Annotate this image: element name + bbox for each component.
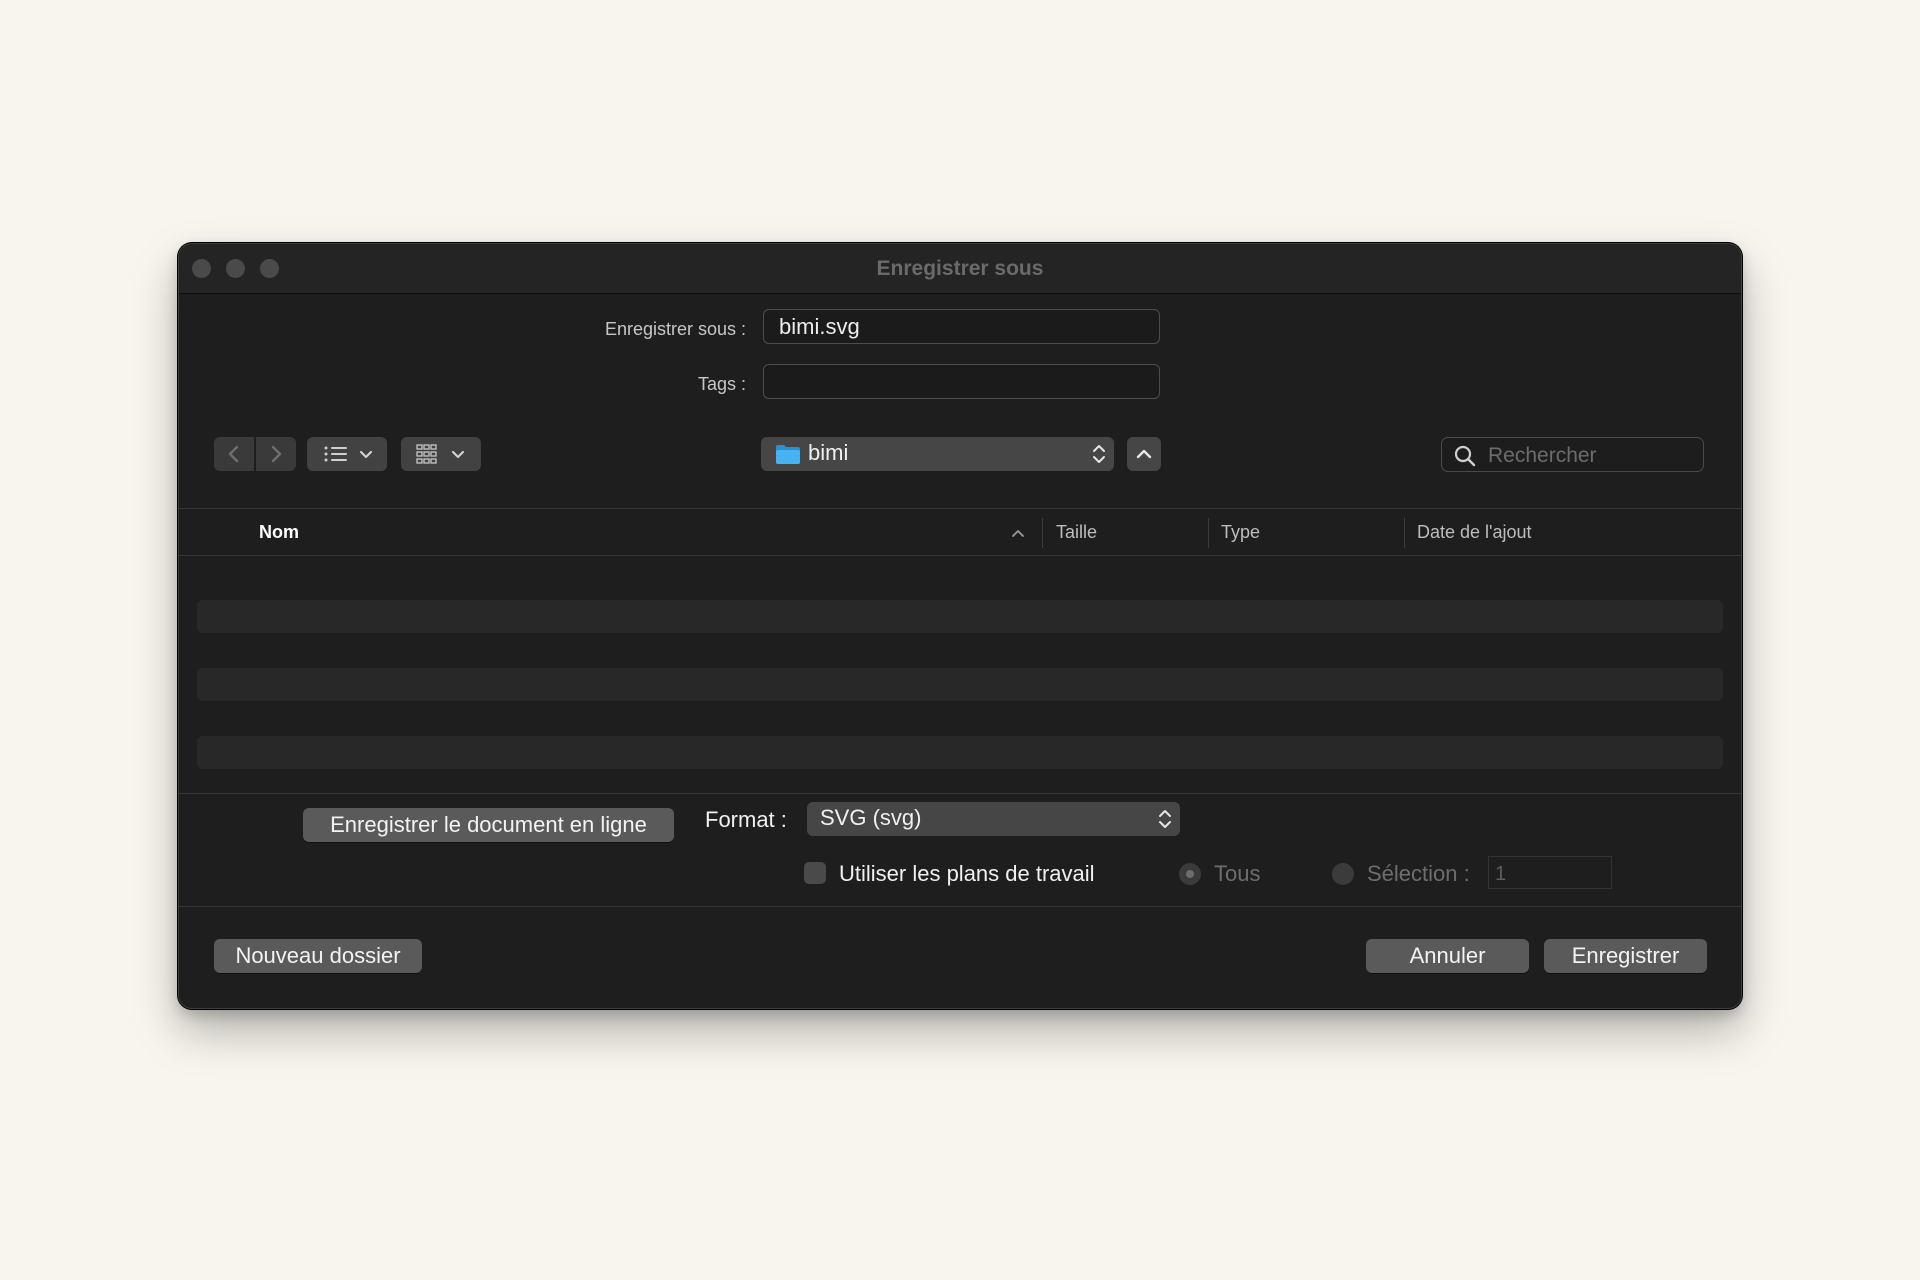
title-bar: Enregistrer sous xyxy=(179,244,1741,294)
options-divider xyxy=(179,793,1741,794)
list-row-stripe xyxy=(197,600,1723,633)
window-title: Enregistrer sous xyxy=(876,257,1044,280)
save-as-field[interactable]: bimi.svg xyxy=(763,309,1160,344)
save-as-label: Enregistrer sous : xyxy=(604,319,746,339)
file-list-header: Nom Taille Type Date de l'ajout xyxy=(179,508,1741,556)
column-name[interactable]: Nom xyxy=(259,522,299,543)
column-type[interactable]: Type xyxy=(1221,522,1260,543)
chevron-left-icon xyxy=(228,445,239,463)
back-button[interactable] xyxy=(214,437,254,471)
expand-collapse-button[interactable] xyxy=(1127,437,1161,471)
chevron-up-icon xyxy=(1136,449,1152,459)
new-folder-button[interactable]: Nouveau dossier xyxy=(214,939,422,973)
column-separator xyxy=(1404,518,1405,548)
location-popup[interactable]: bimi xyxy=(761,437,1114,471)
folder-icon xyxy=(776,445,800,464)
gallery-view-button[interactable] xyxy=(401,437,481,471)
selection-label: Sélection : xyxy=(1367,861,1470,886)
format-value: SVG (svg) xyxy=(820,805,922,830)
column-separator xyxy=(1042,518,1043,548)
search-input[interactable] xyxy=(1486,438,1700,473)
search-box xyxy=(1441,437,1704,473)
chevron-right-icon xyxy=(271,445,282,463)
all-label: Tous xyxy=(1214,861,1261,886)
forward-button[interactable] xyxy=(256,437,296,471)
save-dialog: Enregistrer sous Enregistrer sous : bimi… xyxy=(178,243,1742,1009)
footer-divider xyxy=(179,906,1741,907)
selection-radio[interactable] xyxy=(1332,863,1354,885)
list-view-button[interactable] xyxy=(307,437,387,471)
tags-label: Tags : xyxy=(697,374,746,394)
column-separator xyxy=(1208,518,1209,548)
save-button[interactable]: Enregistrer xyxy=(1544,939,1707,973)
tags-field[interactable] xyxy=(763,364,1160,399)
gallery-grid-icon xyxy=(416,444,465,464)
all-radio[interactable] xyxy=(1179,863,1201,885)
format-label: Format : xyxy=(705,807,787,832)
format-popup[interactable]: SVG (svg) xyxy=(807,802,1180,836)
updown-chevron-icon xyxy=(1159,810,1171,828)
column-date-added[interactable]: Date de l'ajout xyxy=(1417,522,1532,543)
location-label: bimi xyxy=(808,440,849,465)
cancel-button[interactable]: Annuler xyxy=(1366,939,1529,973)
artboards-label: Utiliser les plans de travail xyxy=(839,861,1095,886)
save-online-button[interactable]: Enregistrer le document en ligne xyxy=(303,808,674,842)
search-icon xyxy=(1454,445,1476,467)
column-size[interactable]: Taille xyxy=(1056,522,1097,543)
list-row-stripe xyxy=(197,668,1723,701)
updown-chevron-icon xyxy=(1093,445,1105,463)
list-row-stripe xyxy=(197,736,1723,769)
list-view-icon xyxy=(324,446,373,462)
artboards-checkbox[interactable] xyxy=(804,862,826,884)
sort-ascending-icon xyxy=(1012,530,1024,537)
selection-range-field[interactable]: 1 xyxy=(1488,856,1612,889)
